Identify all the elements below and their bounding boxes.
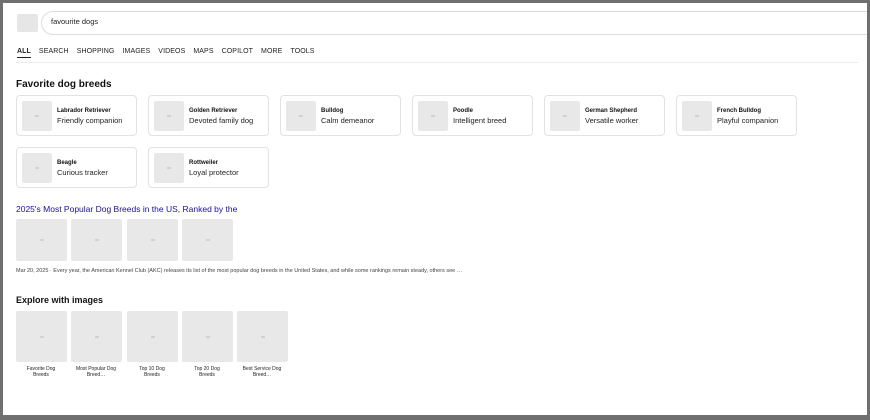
result-image[interactable] — [71, 219, 122, 261]
search-query-text: favourite dogs — [51, 17, 99, 26]
search-engine-logo[interactable] — [17, 14, 38, 32]
breed-name: Poodle — [453, 108, 474, 114]
breed-card[interactable]: Golden Retriever Devoted family dog — [148, 95, 269, 136]
explore-caption[interactable]: Best Service Dog Breed… — [232, 366, 292, 378]
explore-image[interactable] — [71, 311, 122, 362]
breed-thumbnail — [22, 101, 52, 131]
breed-name: Beagle — [57, 160, 77, 166]
breed-description: Friendly companion — [57, 116, 123, 125]
search-input[interactable]: favourite dogs — [41, 11, 867, 35]
tabs-divider — [16, 62, 858, 63]
breed-name: Labrador Retriever — [57, 108, 111, 114]
breed-name: Bulldog — [321, 108, 344, 114]
explore-caption-line: Breeds — [33, 372, 49, 378]
explore-caption-line: Breed… — [86, 372, 106, 378]
breeds-section-title: Favorite dog breeds — [16, 79, 112, 90]
tab-maps[interactable]: MAPS — [193, 48, 213, 58]
breed-description: Loyal protector — [189, 168, 239, 177]
breed-description: Curious tracker — [57, 168, 108, 177]
breed-thumbnail — [154, 101, 184, 131]
browser-viewport: favourite dogs ALL SEARCH SHOPPING IMAGE… — [3, 3, 867, 415]
breed-card[interactable]: Labrador Retriever Friendly companion — [16, 95, 137, 136]
breed-name: Rottweiler — [189, 160, 219, 166]
explore-image[interactable] — [182, 311, 233, 362]
explore-image[interactable] — [127, 311, 178, 362]
breed-name: French Bulldog — [717, 108, 761, 114]
breed-thumbnail — [682, 101, 712, 131]
result-image[interactable] — [16, 219, 67, 261]
explore-section-title: Explore with images — [16, 295, 104, 305]
explore-image[interactable] — [16, 311, 67, 362]
breed-thumbnail — [550, 101, 580, 131]
result-title-link[interactable]: 2025's Most Popular Dog Breeds in the US… — [16, 204, 237, 214]
explore-caption[interactable]: Favorite Dog Breeds — [11, 366, 71, 378]
breed-description: Versatile worker — [585, 116, 639, 125]
explore-caption-line: Breeds — [144, 372, 160, 378]
search-tabs: ALL SEARCH SHOPPING IMAGES VIDEOS MAPS C… — [17, 48, 323, 58]
breed-card[interactable]: Poodle Intelligent breed — [412, 95, 533, 136]
tab-shopping[interactable]: SHOPPING — [77, 48, 115, 58]
breed-description: Playful companion — [717, 116, 779, 125]
explore-caption-line: Breed… — [252, 372, 272, 378]
explore-caption[interactable]: Top 10 Dog Breeds — [122, 366, 182, 378]
breed-card[interactable]: Beagle Curious tracker — [16, 147, 137, 188]
breed-card[interactable]: German Shepherd Versatile worker — [544, 95, 665, 136]
breed-card[interactable]: French Bulldog Playful companion — [676, 95, 797, 136]
breed-thumbnail — [22, 153, 52, 183]
explore-image[interactable] — [237, 311, 288, 362]
tab-more[interactable]: MORE — [261, 48, 282, 58]
breed-card[interactable]: Bulldog Calm demeanor — [280, 95, 401, 136]
explore-caption[interactable]: Top 20 Dog Breeds — [177, 366, 237, 378]
tab-search[interactable]: SEARCH — [39, 48, 69, 58]
tab-copilot[interactable]: COPILOT — [222, 48, 253, 58]
result-snippet: Mar 20, 2025 · Every year, the American … — [16, 268, 463, 274]
breed-name: German Shepherd — [585, 108, 638, 114]
tab-videos[interactable]: VIDEOS — [158, 48, 185, 58]
breed-thumbnail — [286, 101, 316, 131]
breed-thumbnail — [154, 153, 184, 183]
tab-all[interactable]: ALL — [17, 48, 31, 58]
breed-description: Calm demeanor — [321, 116, 375, 125]
result-image[interactable] — [182, 219, 233, 261]
breed-description: Intelligent breed — [453, 116, 507, 125]
breed-card[interactable]: Rottweiler Loyal protector — [148, 147, 269, 188]
explore-caption[interactable]: Most Popular Dog Breed… — [66, 366, 126, 378]
result-image[interactable] — [127, 219, 178, 261]
explore-caption-line: Breeds — [199, 372, 215, 378]
breed-description: Devoted family dog — [189, 116, 254, 125]
tab-tools[interactable]: TOOLS — [290, 48, 314, 58]
tab-images[interactable]: IMAGES — [122, 48, 150, 58]
breed-thumbnail — [418, 101, 448, 131]
breed-name: Golden Retriever — [189, 108, 238, 114]
